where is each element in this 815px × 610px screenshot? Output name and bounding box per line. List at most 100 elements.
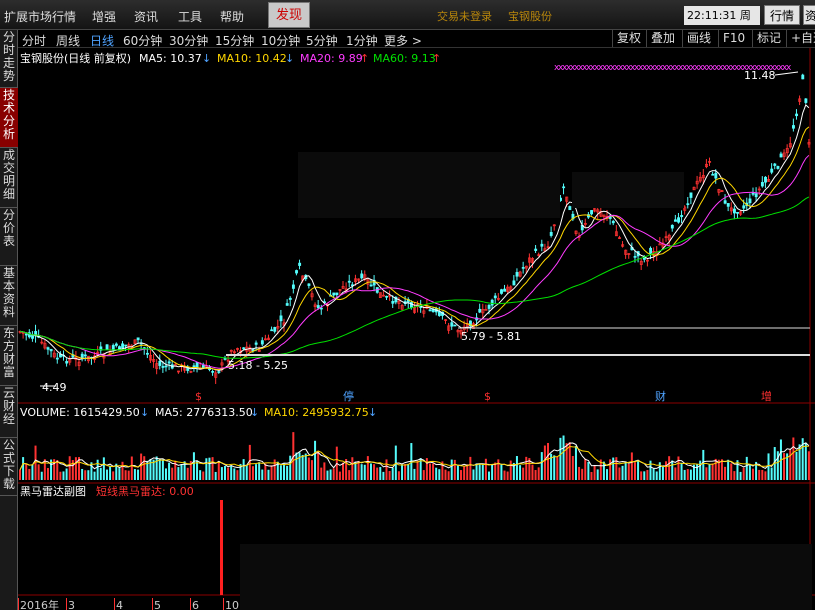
volume-bar [487, 471, 490, 480]
volume-bar [444, 469, 447, 480]
volume-bar [491, 464, 494, 480]
ma20-arrow: ↑ [360, 52, 369, 65]
period-5min[interactable]: 5分钟 [306, 32, 338, 49]
candle-body [512, 280, 516, 286]
menu-news[interactable]: 资讯 [134, 8, 158, 25]
dividend-marker[interactable]: $ [195, 390, 202, 403]
dividend-marker[interactable]: $ [484, 390, 491, 403]
discover-button[interactable]: 发现 [268, 2, 310, 28]
volume-bar [422, 470, 425, 480]
period-15min[interactable]: 15分钟 [215, 32, 254, 49]
side-tab[interactable]: 云财经 [0, 386, 18, 438]
volume-bar [217, 461, 220, 480]
f10-button[interactable]: F10 [718, 30, 749, 47]
side-tab[interactable]: 技术分析 [0, 88, 18, 148]
period-30min[interactable]: 30分钟 [169, 32, 208, 49]
volume-bar [255, 464, 258, 480]
info-button[interactable]: 资 [803, 5, 815, 25]
watermark-overlay [240, 544, 812, 610]
volume-bar [301, 454, 304, 480]
period-more[interactable]: 更多 > [384, 32, 422, 49]
volume-bar [397, 471, 400, 480]
volume-bar [270, 465, 273, 480]
volume-bar [205, 458, 208, 480]
volume-bar [357, 460, 360, 480]
x-axis-label: 3 [68, 599, 75, 610]
volume-bar [463, 466, 466, 480]
kline-chart[interactable]: xxxxxxxxxxxxxxxxxxxxxxxxxxxxxxxxxxxxxxxx… [18, 48, 815, 610]
volume-bar [770, 467, 773, 480]
side-tab[interactable]: 分时走势 [0, 30, 18, 88]
menu-tools[interactable]: 工具 [178, 8, 202, 25]
period-weekly[interactable]: 周线 [56, 32, 80, 49]
volume-bar [118, 468, 121, 480]
period-60min[interactable]: 60分钟 [123, 32, 162, 49]
draw-line-button[interactable]: 画线 [682, 30, 715, 47]
volume-bar [435, 467, 438, 480]
candle-body [503, 288, 507, 292]
period-intraday[interactable]: 分时 [22, 32, 46, 49]
volume-bar [696, 464, 699, 480]
candle-body [686, 203, 690, 206]
adjust-button[interactable]: 复权 [612, 30, 645, 47]
volume-bar [497, 459, 500, 480]
volume-bar [192, 452, 195, 480]
financial-report-marker[interactable]: 财 [655, 389, 666, 403]
volume-bar [633, 462, 636, 480]
side-tab[interactable]: 成交明细 [0, 148, 18, 208]
candle-body [307, 283, 311, 286]
volume-bar [87, 470, 90, 480]
period-10min[interactable]: 10分钟 [261, 32, 300, 49]
candle-body [291, 284, 295, 289]
side-tab[interactable]: 公式下载 [0, 438, 18, 496]
volume-bar [646, 469, 649, 480]
volume-bar [373, 464, 376, 480]
side-tab[interactable]: 基本资料 [0, 266, 18, 326]
candle-body [723, 200, 727, 204]
candle-body [167, 361, 171, 364]
volume-bar [342, 462, 345, 480]
volume-bar [295, 452, 298, 480]
candle-body [450, 322, 454, 327]
volume-bar [624, 461, 627, 480]
add-favorite-button[interactable]: +自选 [786, 30, 815, 47]
overlay-button[interactable]: 叠加 [646, 30, 679, 47]
volume-bar [764, 471, 767, 480]
volume-bar [211, 457, 214, 480]
volume-bar [112, 471, 115, 480]
volume-bar [494, 462, 497, 480]
volume-bar [637, 460, 640, 480]
volume-bar [795, 451, 798, 480]
volume-bar [326, 470, 329, 480]
menu-enhance[interactable]: 增强 [92, 8, 116, 25]
menu-bar: 扩展市场行情 增强 资讯 工具 帮助 发现 交易未登录 宝钢股份 22:11:3… [0, 0, 815, 41]
period-1min[interactable]: 1分钟 [346, 32, 378, 49]
volume-bar [602, 461, 605, 480]
volume-bar [279, 465, 282, 480]
volume-bar [643, 471, 646, 480]
suspension-marker[interactable]: 停 [343, 389, 354, 403]
period-daily[interactable]: 日线 [90, 32, 114, 49]
volume-bar [761, 469, 764, 480]
candle-body [689, 192, 693, 198]
volume-bar [720, 459, 723, 480]
volume-bar [105, 469, 108, 480]
quote-button[interactable]: 行情 [764, 5, 800, 25]
side-tab[interactable]: 东方财富 [0, 326, 18, 386]
side-tab[interactable]: 分价表 [0, 208, 18, 266]
candle-body [285, 303, 289, 306]
menu-extended-market[interactable]: 扩展市场行情 [4, 8, 76, 25]
candle-body [770, 168, 774, 173]
volume-bar [121, 461, 124, 480]
mark-button[interactable]: 标记 [752, 30, 785, 47]
candle-body [254, 342, 258, 345]
vol-ma5-arrow: ↓ [250, 406, 259, 419]
candle-body [136, 337, 140, 341]
volume-bar [161, 459, 164, 480]
menu-help[interactable]: 帮助 [220, 8, 244, 25]
share-increase-marker[interactable]: 增 [761, 389, 772, 403]
volume-bar [531, 464, 534, 480]
candle-body [804, 98, 808, 103]
volume-bar [74, 457, 77, 480]
volume-bar [751, 468, 754, 480]
